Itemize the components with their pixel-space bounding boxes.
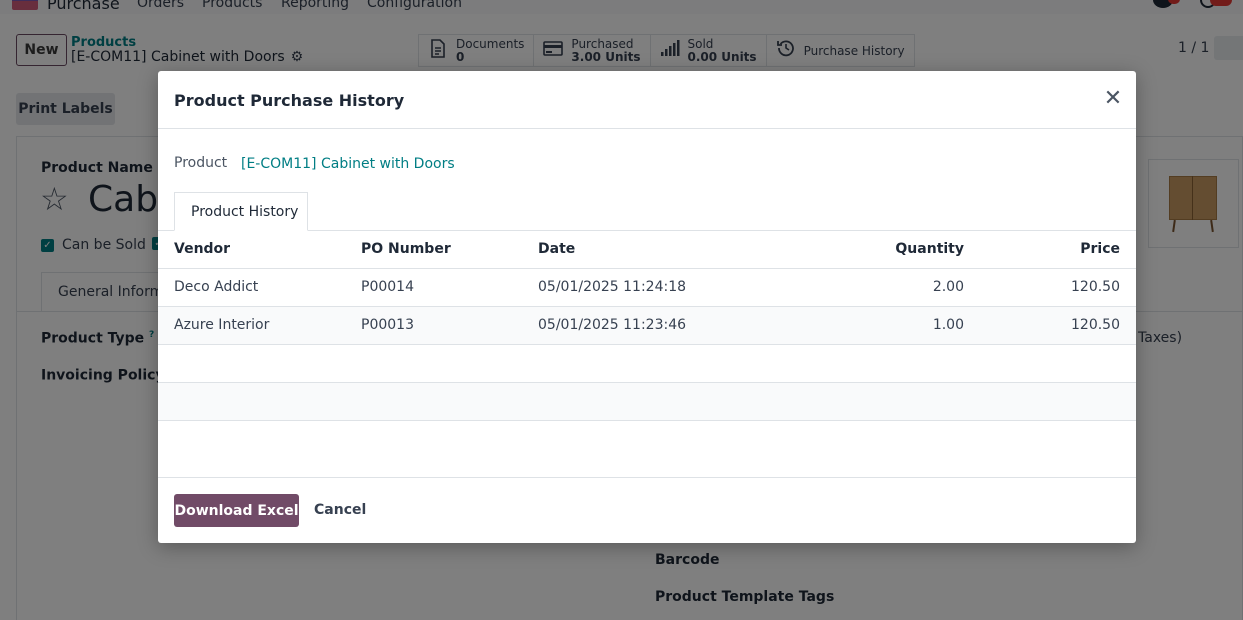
dialog-footer: Download Excel Cancel (158, 477, 1136, 543)
cell-date: 05/01/2025 11:23:46 (538, 317, 687, 333)
cell-price: 120.50 (1071, 317, 1120, 333)
history-table: Vendor PO Number Date Quantity Price Dec… (158, 231, 1136, 421)
cancel-button[interactable]: Cancel (314, 502, 366, 518)
download-excel-button[interactable]: Download Excel (174, 494, 299, 527)
cell-quantity: 2.00 (932, 279, 964, 295)
cell-po-number: P00013 (361, 317, 414, 333)
cell-vendor: Azure Interior (174, 317, 270, 333)
dialog-title: Product Purchase History (174, 91, 405, 110)
cell-price: 120.50 (1071, 279, 1120, 295)
empty-row (158, 345, 1136, 383)
table-row[interactable]: Azure Interior P00013 05/01/2025 11:23:4… (158, 307, 1136, 345)
product-link[interactable]: [E-COM11] Cabinet with Doors (241, 156, 455, 172)
product-label: Product (174, 155, 228, 171)
table-row[interactable]: Deco Addict P00014 05/01/2025 11:24:18 2… (158, 269, 1136, 307)
column-date[interactable]: Date (538, 241, 575, 257)
cell-po-number: P00014 (361, 279, 414, 295)
table-header-row: Vendor PO Number Date Quantity Price (158, 231, 1136, 269)
column-po-number[interactable]: PO Number (361, 241, 451, 257)
dialog-header: Product Purchase History ✕ (158, 71, 1136, 129)
purchase-history-dialog: Product Purchase History ✕ Product [E-CO… (158, 71, 1136, 543)
column-price[interactable]: Price (1080, 241, 1120, 257)
empty-row (158, 383, 1136, 421)
column-quantity[interactable]: Quantity (895, 241, 964, 257)
cell-quantity: 1.00 (932, 317, 964, 333)
close-icon[interactable]: ✕ (1102, 88, 1124, 110)
cell-vendor: Deco Addict (174, 279, 259, 295)
tab-product-history[interactable]: Product History (174, 192, 308, 231)
column-vendor[interactable]: Vendor (174, 241, 230, 257)
cell-date: 05/01/2025 11:24:18 (538, 279, 687, 295)
